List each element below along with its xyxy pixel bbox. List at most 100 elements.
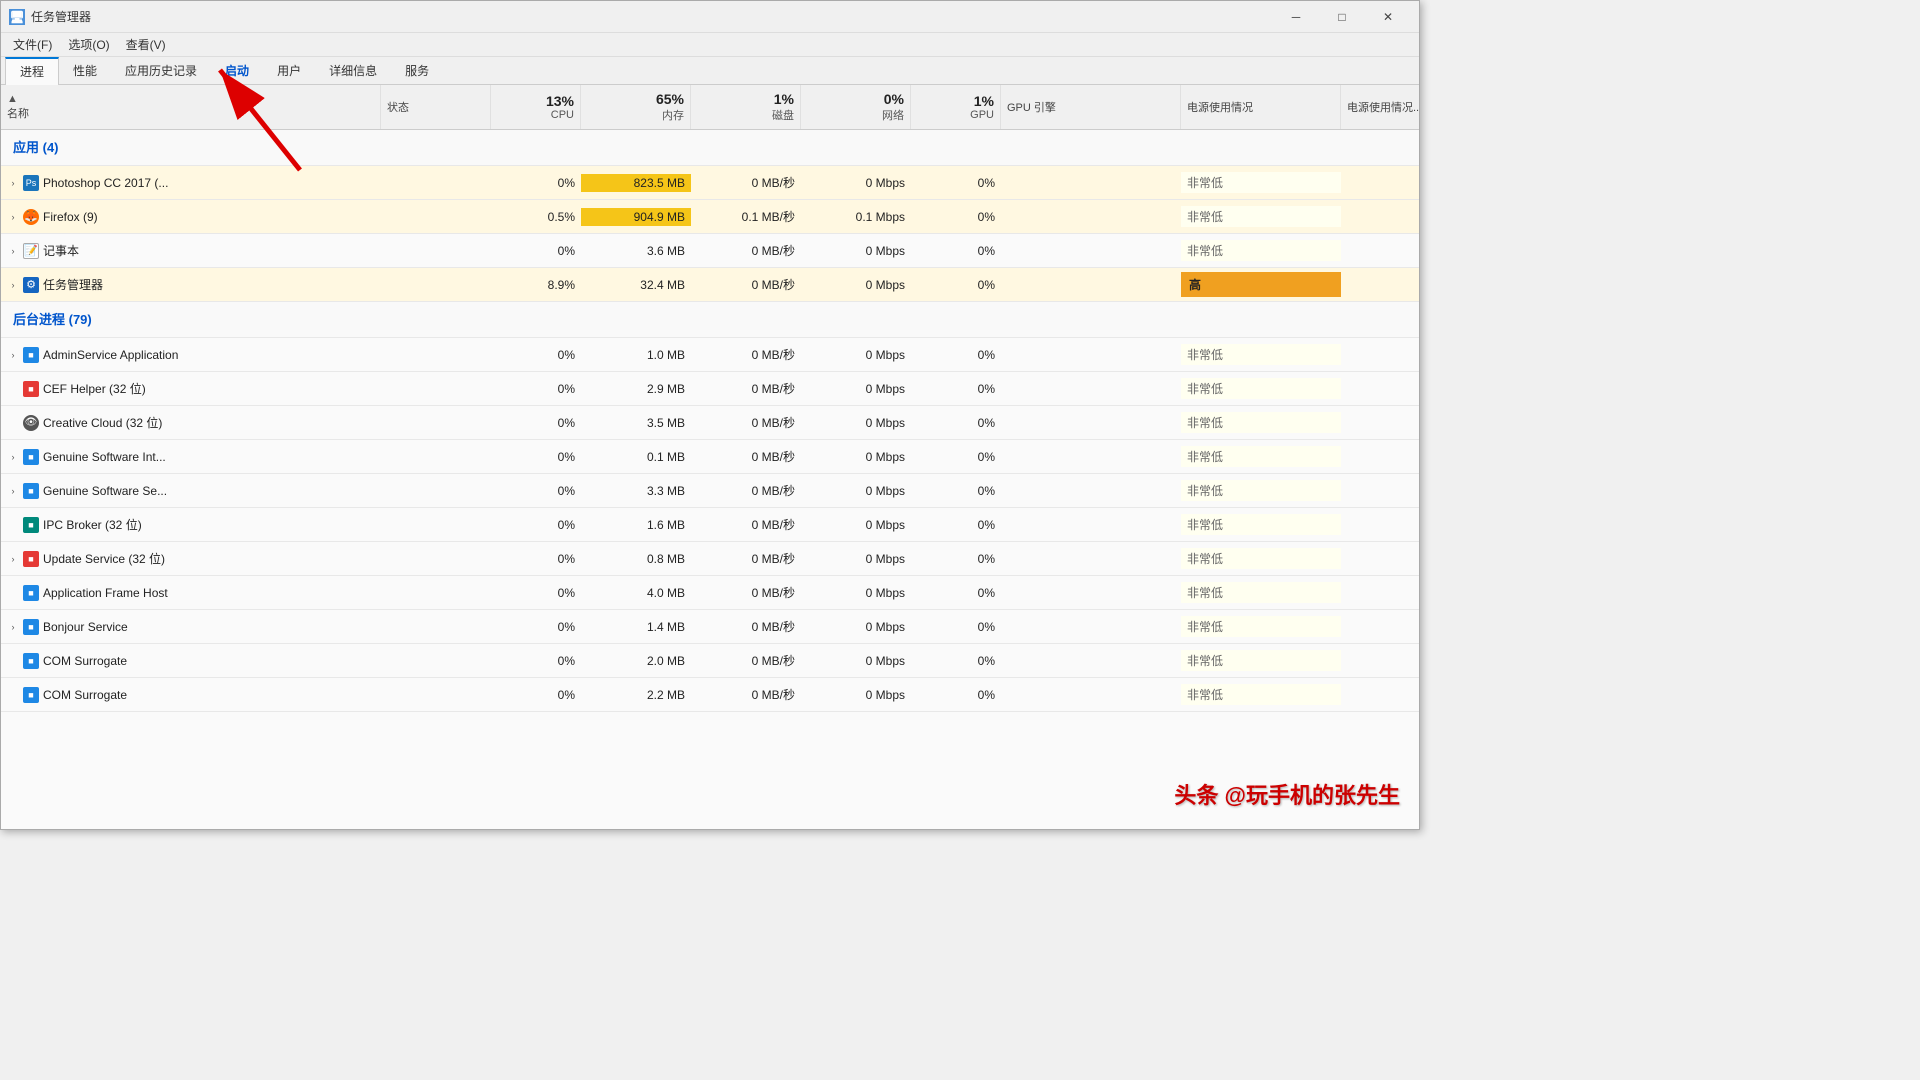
titlebar: 🖥 任务管理器 ─ □ ✕ <box>1 1 1419 33</box>
expand-arrow-icon[interactable]: › <box>7 553 19 565</box>
process-status <box>381 283 491 287</box>
table-row[interactable]: ›■AdminService Application0%1.0 MB0 MB/秒… <box>1 338 1419 372</box>
menu-file[interactable]: 文件(F) <box>5 34 60 55</box>
tab-performance[interactable]: 性能 <box>59 57 111 85</box>
expand-arrow-icon[interactable]: › <box>7 211 19 223</box>
minimize-button[interactable]: ─ <box>1273 1 1319 33</box>
table-row[interactable]: ■COM Surrogate0%2.2 MB0 MB/秒0 Mbps0%非常低 <box>1 678 1419 712</box>
maximize-button[interactable]: □ <box>1319 1 1365 33</box>
expand-arrow-icon[interactable]: › <box>7 485 19 497</box>
process-name-cell: ›⚙任务管理器 <box>1 274 381 295</box>
process-icon-red: ■ <box>23 381 39 397</box>
process-power: 非常低 <box>1181 480 1341 501</box>
col-power[interactable]: 电源使用情况 <box>1181 85 1341 129</box>
process-memory: 3.5 MB <box>581 414 691 432</box>
expand-arrow-icon[interactable]: › <box>7 245 19 257</box>
process-gpu-engine <box>1001 181 1181 185</box>
process-name-cell: ■COM Surrogate <box>1 685 381 705</box>
process-cpu: 0% <box>491 686 581 704</box>
table-row[interactable]: ›🦊Firefox (9)0.5%904.9 MB0.1 MB/秒0.1 Mbp… <box>1 200 1419 234</box>
menu-options[interactable]: 选项(O) <box>60 34 117 55</box>
col-cpu[interactable]: 13% CPU <box>491 85 581 129</box>
table-row[interactable]: 应用 (4) <box>1 130 1419 166</box>
process-icon-taskmgr: ⚙ <box>23 277 39 293</box>
tab-users[interactable]: 用户 <box>263 57 315 85</box>
process-gpu-engine <box>1001 421 1181 425</box>
col-name[interactable]: ▲ 名称 <box>1 85 381 129</box>
process-power2 <box>1341 591 1419 595</box>
process-disk: 0 MB/秒 <box>691 514 801 535</box>
expand-arrow-icon[interactable]: › <box>7 349 19 361</box>
expand-arrow-icon[interactable]: › <box>7 177 19 189</box>
table-row[interactable]: ›■Genuine Software Int...0%0.1 MB0 MB/秒0… <box>1 440 1419 474</box>
process-power2 <box>1341 659 1419 663</box>
process-gpu: 0% <box>911 618 1001 636</box>
process-gpu: 0% <box>911 652 1001 670</box>
table-row[interactable]: ›⚙任务管理器8.9%32.4 MB0 MB/秒0 Mbps0%高 <box>1 268 1419 302</box>
table-row[interactable]: ■Application Frame Host0%4.0 MB0 MB/秒0 M… <box>1 576 1419 610</box>
col-memory[interactable]: 65% 内存 <box>581 85 691 129</box>
process-name-cell: ›■Genuine Software Se... <box>1 481 381 501</box>
process-network: 0 Mbps <box>801 550 911 568</box>
table-row[interactable]: ›■Bonjour Service0%1.4 MB0 MB/秒0 Mbps0%非… <box>1 610 1419 644</box>
process-name-text: AdminService Application <box>43 348 178 362</box>
process-memory: 0.1 MB <box>581 448 691 466</box>
tab-details[interactable]: 详细信息 <box>315 57 391 85</box>
process-disk: 0 MB/秒 <box>691 684 801 705</box>
process-status <box>381 387 491 391</box>
table-row[interactable]: ■COM Surrogate0%2.0 MB0 MB/秒0 Mbps0%非常低 <box>1 644 1419 678</box>
table-row[interactable]: ■IPC Broker (32 位)0%1.6 MB0 MB/秒0 Mbps0%… <box>1 508 1419 542</box>
process-disk: 0 MB/秒 <box>691 548 801 569</box>
process-gpu-engine <box>1001 283 1181 287</box>
process-status <box>381 693 491 697</box>
col-status[interactable]: 状态 <box>381 85 491 129</box>
process-network: 0 Mbps <box>801 414 911 432</box>
col-network[interactable]: 0% 网络 <box>801 85 911 129</box>
process-gpu-engine <box>1001 693 1181 697</box>
table-row[interactable]: ›📝记事本0%3.6 MB0 MB/秒0 Mbps0%非常低 <box>1 234 1419 268</box>
process-cpu: 0% <box>491 414 581 432</box>
close-button[interactable]: ✕ <box>1365 1 1411 33</box>
table-row[interactable]: 👁Creative Cloud (32 位)0%3.5 MB0 MB/秒0 Mb… <box>1 406 1419 440</box>
expand-arrow-icon[interactable]: › <box>7 279 19 291</box>
process-icon-eye: 👁 <box>23 415 39 431</box>
col-gpu-engine[interactable]: GPU 引擎 <box>1001 85 1181 129</box>
process-network: 0 Mbps <box>801 516 911 534</box>
process-power: 非常低 <box>1181 514 1341 535</box>
process-cpu: 0.5% <box>491 208 581 226</box>
table-row[interactable]: ›PsPhotoshop CC 2017 (...0%823.5 MB0 MB/… <box>1 166 1419 200</box>
process-memory: 4.0 MB <box>581 584 691 602</box>
expand-arrow-icon[interactable]: › <box>7 451 19 463</box>
table-row[interactable]: ■CEF Helper (32 位)0%2.9 MB0 MB/秒0 Mbps0%… <box>1 372 1419 406</box>
process-name-text: Application Frame Host <box>43 586 168 600</box>
expand-arrow-icon[interactable]: › <box>7 621 19 633</box>
process-memory: 904.9 MB <box>581 208 691 226</box>
process-gpu-engine <box>1001 557 1181 561</box>
process-disk: 0 MB/秒 <box>691 240 801 261</box>
col-power2[interactable]: 电源使用情况... <box>1341 85 1419 129</box>
process-cpu: 0% <box>491 448 581 466</box>
tab-startup[interactable]: 启动 <box>211 57 263 85</box>
process-disk: 0 MB/秒 <box>691 582 801 603</box>
table-row[interactable]: ›■Genuine Software Se...0%3.3 MB0 MB/秒0 … <box>1 474 1419 508</box>
col-disk[interactable]: 1% 磁盘 <box>691 85 801 129</box>
process-power: 非常低 <box>1181 548 1341 569</box>
main-content: ▲ 名称 状态 13% CPU 65% 内存 1% 磁盘 <box>1 85 1419 829</box>
process-icon-notepad: 📝 <box>23 243 39 259</box>
process-name-text: Firefox (9) <box>43 210 98 224</box>
process-icon-blue: ■ <box>23 687 39 703</box>
process-disk: 0 MB/秒 <box>691 378 801 399</box>
process-power2 <box>1341 353 1419 357</box>
process-gpu: 0% <box>911 482 1001 500</box>
process-name-cell: ›■Bonjour Service <box>1 617 381 637</box>
table-row[interactable]: ›■Update Service (32 位)0%0.8 MB0 MB/秒0 M… <box>1 542 1419 576</box>
process-network: 0 Mbps <box>801 448 911 466</box>
col-gpu[interactable]: 1% GPU <box>911 85 1001 129</box>
process-network: 0 Mbps <box>801 652 911 670</box>
table-row[interactable]: 后台进程 (79) <box>1 302 1419 338</box>
tab-services[interactable]: 服务 <box>391 57 443 85</box>
tab-processes[interactable]: 进程 <box>5 57 59 85</box>
process-gpu: 0% <box>911 174 1001 192</box>
tab-app-history[interactable]: 应用历史记录 <box>111 57 211 85</box>
menu-view[interactable]: 查看(V) <box>118 34 174 55</box>
